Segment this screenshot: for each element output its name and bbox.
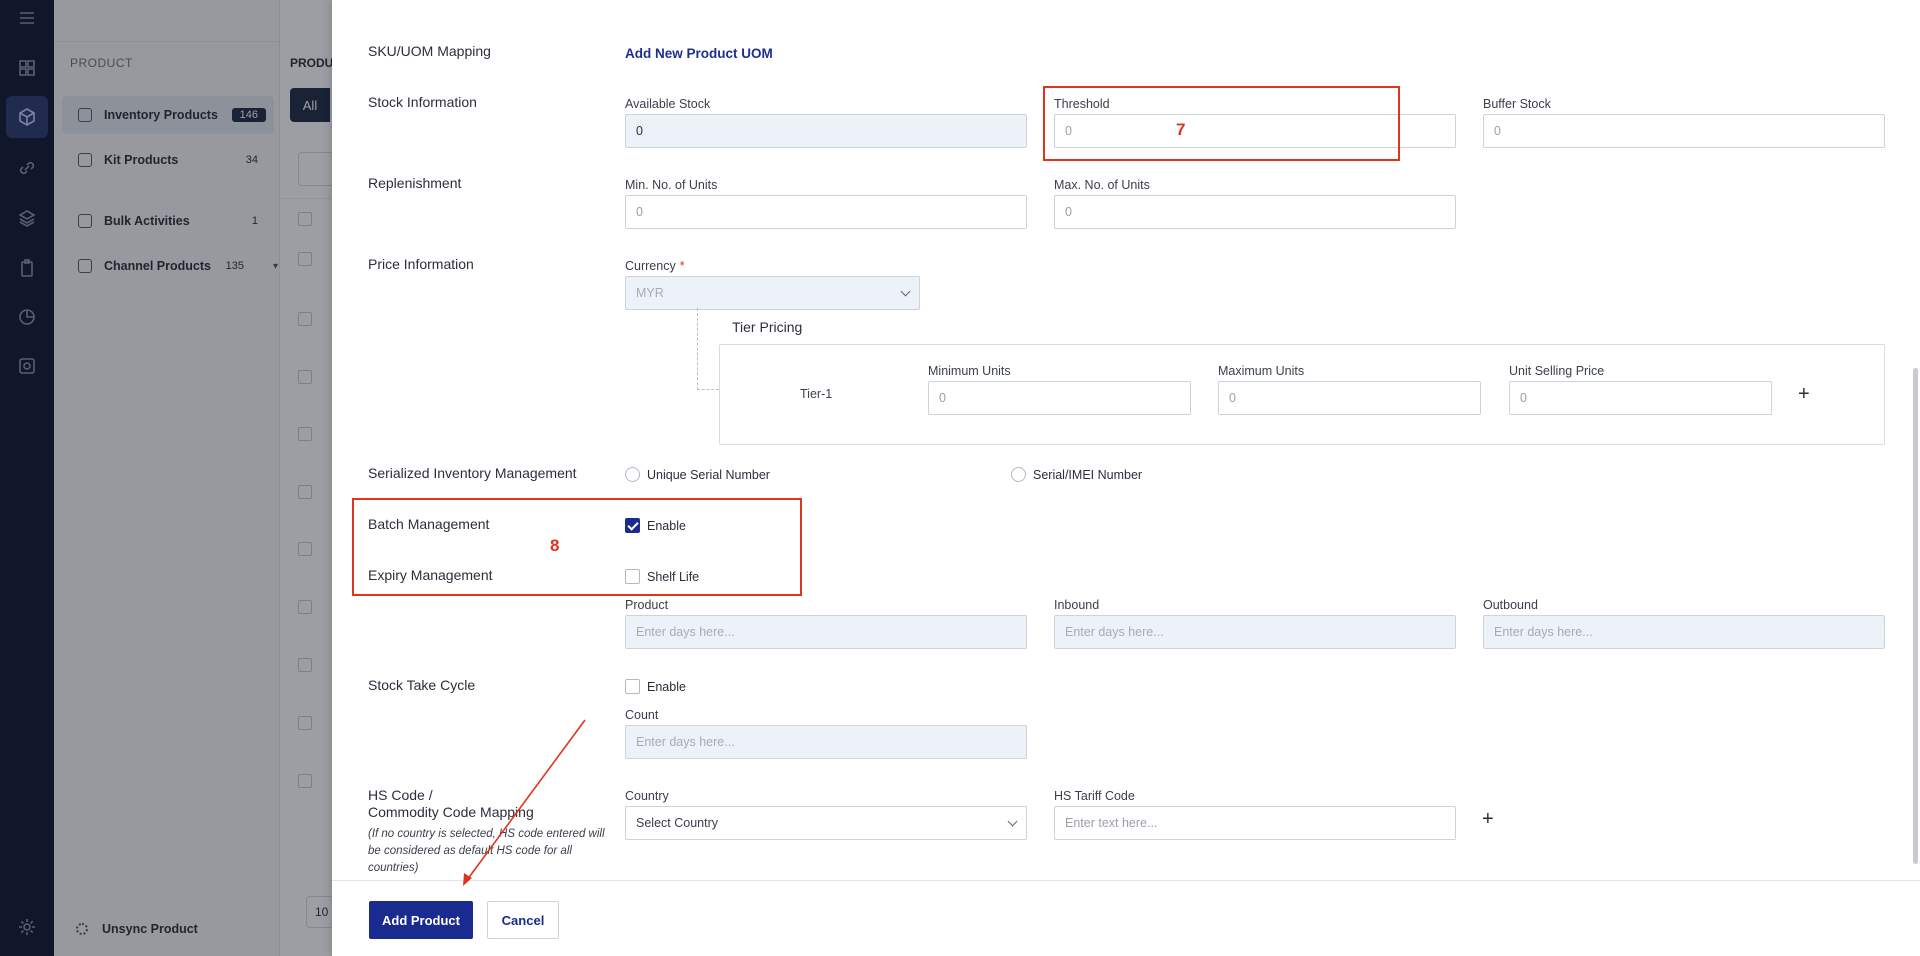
tier-name: Tier-1 xyxy=(800,387,833,401)
annotation-box-threshold xyxy=(1043,86,1400,161)
product-days-label: Product xyxy=(625,598,669,612)
minimum-units-input[interactable]: 0 xyxy=(928,381,1191,415)
currency-label-text: Currency xyxy=(625,259,676,273)
unit-selling-price-placeholder: 0 xyxy=(1520,391,1527,405)
minimum-units-label: Minimum Units xyxy=(928,364,1011,378)
sku-uom-label: SKU/UOM Mapping xyxy=(368,43,491,59)
serial-imei-label: Serial/IMEI Number xyxy=(1033,468,1143,482)
price-information-label: Price Information xyxy=(368,256,474,272)
product-days-input[interactable]: Enter days here... xyxy=(625,615,1027,649)
max-units-input[interactable]: 0 xyxy=(1054,195,1456,229)
min-units-label: Min. No. of Units xyxy=(625,178,718,192)
serialized-inventory-label: Serialized Inventory Management xyxy=(368,465,577,481)
maximum-units-input[interactable]: 0 xyxy=(1218,381,1481,415)
tier-connector xyxy=(697,308,698,390)
hs-tariff-placeholder: Enter text here... xyxy=(1065,816,1158,830)
annotation-box-batch xyxy=(352,498,802,596)
scrollbar[interactable] xyxy=(1913,368,1918,864)
product-days-placeholder: Enter days here... xyxy=(636,625,735,639)
country-value: Select Country xyxy=(636,816,718,830)
hs-code-label: HS Code / xyxy=(368,787,433,803)
currency-value: MYR xyxy=(636,286,664,300)
tier-connector xyxy=(697,389,719,390)
unique-serial-label: Unique Serial Number xyxy=(647,468,770,482)
available-stock-label: Available Stock xyxy=(625,97,711,111)
tier-pricing-title: Tier Pricing xyxy=(732,319,803,335)
max-units-label: Max. No. of Units xyxy=(1054,178,1150,192)
hs-tariff-label: HS Tariff Code xyxy=(1054,789,1135,803)
buffer-stock-label: Buffer Stock xyxy=(1483,97,1551,111)
add-new-product-uom-link[interactable]: Add New Product UOM xyxy=(625,46,773,61)
available-stock-value: 0 xyxy=(636,124,643,138)
buffer-stock-input[interactable]: 0 xyxy=(1483,114,1885,148)
inbound-days-label: Inbound xyxy=(1054,598,1100,612)
stock-take-enable-label: Enable xyxy=(647,680,686,694)
commodity-code-label: Commodity Code Mapping xyxy=(368,804,534,820)
annotation-number: 8 xyxy=(550,536,560,555)
minimum-units-placeholder: 0 xyxy=(939,391,946,405)
unit-selling-price-label: Unit Selling Price xyxy=(1509,364,1605,378)
unique-serial-radio[interactable] xyxy=(625,467,640,482)
stock-information-label: Stock Information xyxy=(368,94,477,110)
serial-imei-radio[interactable] xyxy=(1011,467,1026,482)
count-label: Count xyxy=(625,708,659,722)
outbound-days-label: Outbound xyxy=(1483,598,1538,612)
inbound-days-placeholder: Enter days here... xyxy=(1065,625,1164,639)
cancel-button[interactable]: Cancel xyxy=(487,901,559,939)
add-product-button[interactable]: Add Product xyxy=(369,901,473,939)
country-select[interactable]: Select Country xyxy=(625,806,1027,840)
currency-label: Currency * xyxy=(625,259,685,273)
stock-take-enable-checkbox[interactable] xyxy=(625,679,640,694)
maximum-units-placeholder: 0 xyxy=(1229,391,1236,405)
count-placeholder: Enter days here... xyxy=(636,735,735,749)
add-hs-code-icon[interactable]: + xyxy=(1482,808,1494,831)
outbound-days-input[interactable]: Enter days here... xyxy=(1483,615,1885,649)
hs-code-note: (If no country is selected, HS code ente… xyxy=(368,828,605,874)
add-product-drawer: SKU/UOM Mapping Add New Product UOM Stoc… xyxy=(332,0,1920,956)
inbound-days-input[interactable]: Enter days here... xyxy=(1054,615,1456,649)
available-stock-input[interactable]: 0 xyxy=(625,114,1027,148)
chevron-down-icon xyxy=(1007,816,1018,826)
min-units-input[interactable]: 0 xyxy=(625,195,1027,229)
chevron-down-icon xyxy=(900,286,911,296)
outbound-days-placeholder: Enter days here... xyxy=(1494,625,1593,639)
drawer-footer: Add Product Cancel xyxy=(332,880,1920,956)
add-tier-icon[interactable]: + xyxy=(1798,383,1810,406)
unit-selling-price-input[interactable]: 0 xyxy=(1509,381,1772,415)
replenishment-label: Replenishment xyxy=(368,175,462,191)
hs-tariff-input[interactable]: Enter text here... xyxy=(1054,806,1456,840)
min-units-placeholder: 0 xyxy=(636,205,643,219)
country-label: Country xyxy=(625,789,669,803)
required-mark: * xyxy=(679,259,685,273)
count-input[interactable]: Enter days here... xyxy=(625,725,1027,759)
maximum-units-label: Maximum Units xyxy=(1218,364,1305,378)
modal-backdrop[interactable] xyxy=(0,0,332,956)
buffer-stock-placeholder: 0 xyxy=(1494,124,1501,138)
max-units-placeholder: 0 xyxy=(1065,205,1072,219)
currency-select[interactable]: MYR xyxy=(625,276,920,310)
annotation-number: 7 xyxy=(1176,120,1186,139)
stock-take-cycle-label: Stock Take Cycle xyxy=(368,677,476,693)
